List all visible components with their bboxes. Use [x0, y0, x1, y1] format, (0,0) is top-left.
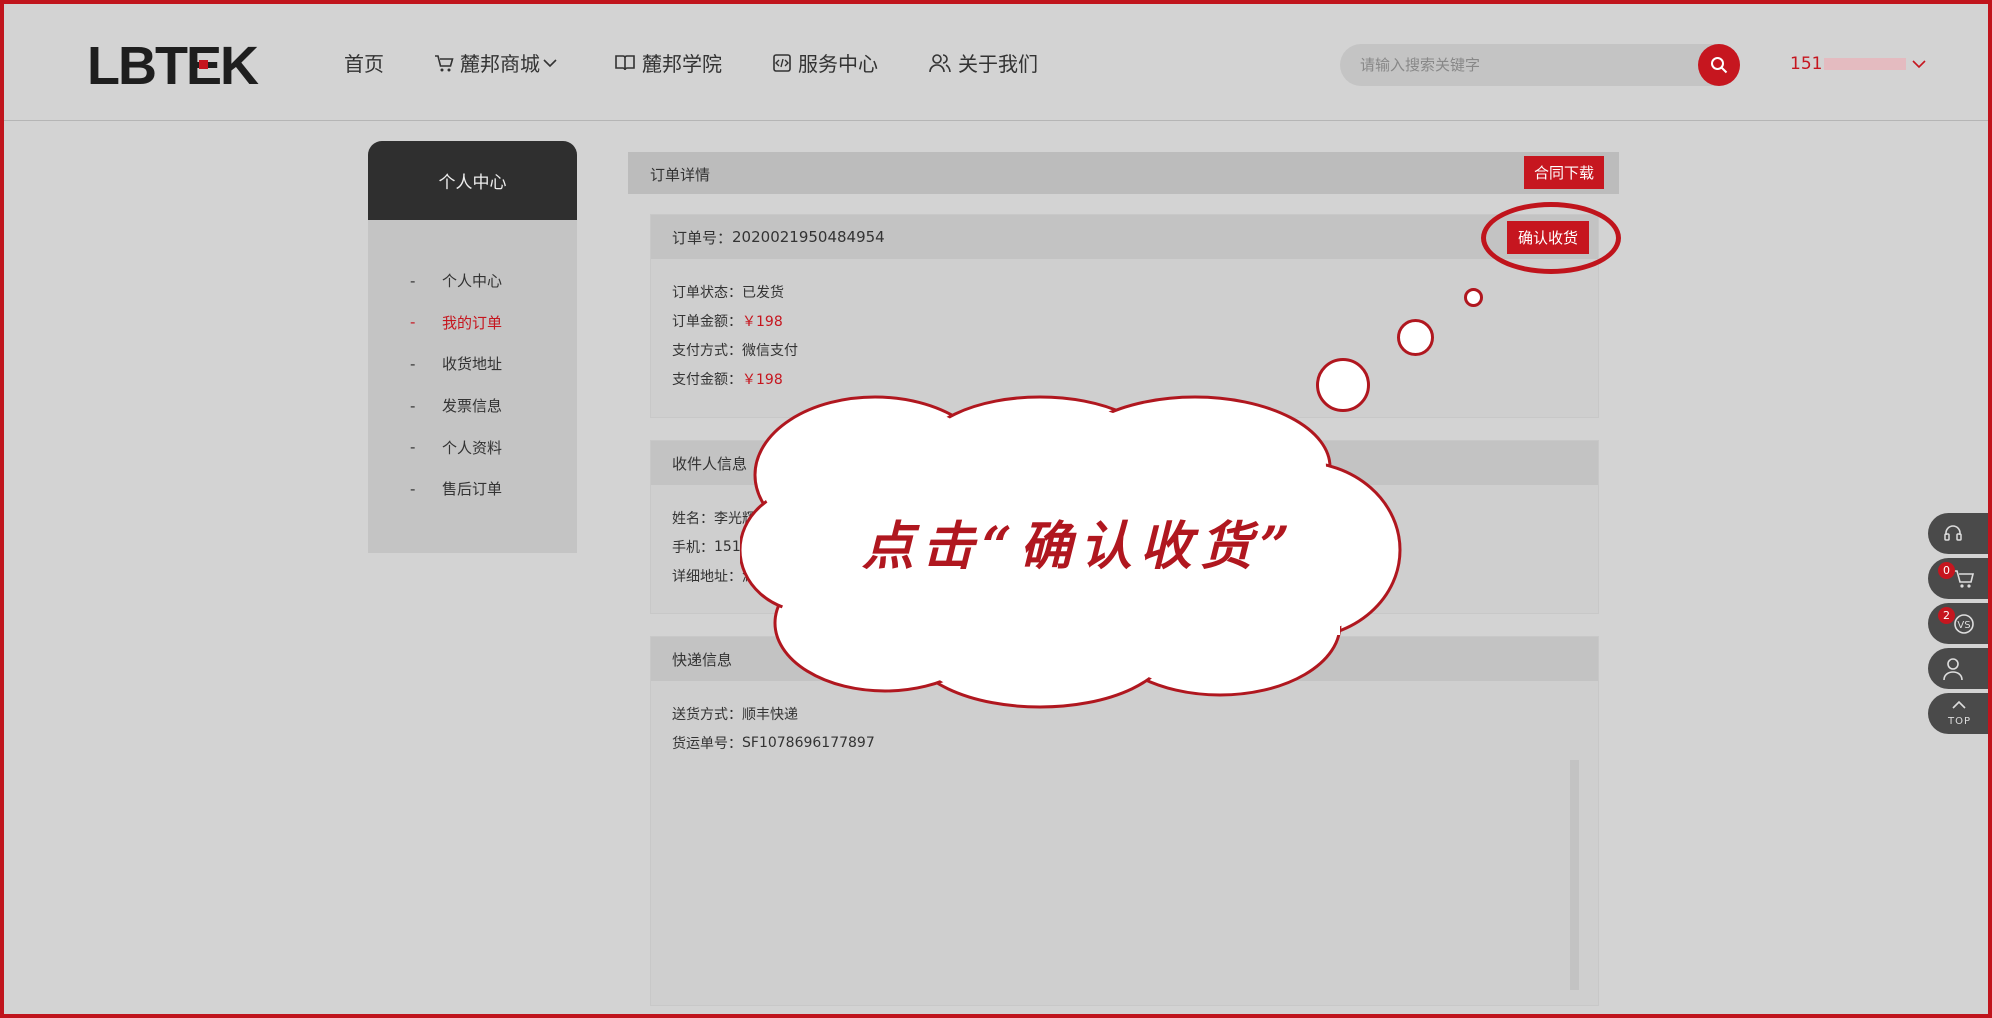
sidebar-dash: - — [410, 438, 416, 457]
sidebar-item-profile[interactable]: - 个人资料 — [368, 426, 577, 468]
top-label: TOP — [1948, 716, 1972, 727]
sidebar-list: - 个人中心 - 我的订单 - 收货地址 - 发票信息 - 个人资料 - 售后订… — [368, 220, 577, 510]
order-info-panel: 订单号： 2020021950484954 确认收货 订单状态： 已发货 订单金… — [650, 214, 1599, 418]
search-icon — [1711, 57, 1728, 74]
order-amount-label: 订单金额： — [672, 313, 742, 330]
order-no-label: 订单号： — [672, 228, 733, 247]
tracking-label: 货运单号： — [672, 735, 742, 752]
main-nav: 首页 麓邦商城 麓邦学院 服务中心 关于我们 — [344, 4, 1088, 121]
chevron-up-icon — [1952, 700, 1966, 709]
sidebar-dash: - — [410, 396, 416, 415]
sidebar-title: 个人中心 — [368, 141, 577, 220]
order-detail-bar: 订单详情 合同下载 — [628, 152, 1619, 194]
user-menu[interactable]: 151 — [1790, 54, 1927, 74]
order-amount-value: ￥198 — [742, 313, 783, 330]
cart-float-button[interactable]: 0 — [1928, 558, 1992, 599]
sidebar-item-label: 售后订单 — [442, 480, 503, 499]
thought-bubble-medium — [1397, 319, 1434, 356]
order-status-label: 订单状态： — [672, 284, 742, 301]
sidebar-item-label: 个人资料 — [442, 438, 503, 457]
nav-about-label: 关于我们 — [958, 52, 1038, 76]
user-phone-prefix: 151 — [1790, 54, 1823, 74]
lbtek-logo[interactable]: LBTEK — [87, 38, 277, 92]
user-icon — [1943, 657, 1963, 680]
sidebar-item-label: 我的订单 — [442, 313, 503, 332]
back-to-top-button[interactable]: TOP — [1928, 693, 1992, 734]
callout-text: 点击“确认收货” — [862, 516, 1298, 577]
nav-shop-label: 麓邦商城 — [460, 52, 540, 76]
nav-academy[interactable]: 麓邦学院 — [614, 48, 722, 77]
order-no-value: 2020021950484954 — [732, 228, 885, 246]
sidebar-item-label: 个人中心 — [442, 272, 503, 291]
order-detail-title: 订单详情 — [650, 166, 711, 184]
nav-service[interactable]: 服务中心 — [772, 48, 878, 77]
redacted-phone — [1824, 58, 1907, 70]
pay-amount-row: 支付金额： ￥198 — [672, 364, 1577, 393]
order-amount-row: 订单金额： ￥198 — [672, 306, 1577, 335]
search-button[interactable] — [1698, 44, 1740, 86]
user-float-button[interactable] — [1928, 648, 1992, 689]
tracking-row: 货运单号： SF1078696177897 — [672, 728, 1577, 757]
order-status-value: 已发货 — [742, 284, 784, 301]
compare-count-badge: 2 — [1938, 607, 1955, 624]
search-box — [1340, 44, 1740, 86]
sidebar-item-addresses[interactable]: - 收货地址 — [368, 343, 577, 385]
sidebar-dash: - — [410, 271, 416, 290]
nav-shop[interactable]: 麓邦商城 — [434, 48, 564, 77]
svg-text:VS: VS — [1957, 620, 1970, 631]
contract-download-button[interactable]: 合同下载 — [1524, 156, 1604, 189]
sidebar-dash: - — [410, 479, 416, 498]
pay-amount-value: ￥198 — [742, 371, 783, 388]
compare-float-button[interactable]: 2 VS — [1928, 603, 1992, 644]
chevron-down-icon — [543, 58, 557, 67]
sidebar-item-label: 发票信息 — [442, 397, 503, 416]
sidebar-dash: - — [410, 354, 416, 373]
sidebar-dash: - — [410, 313, 416, 332]
tracking-value: SF1078696177897 — [742, 734, 875, 751]
customer-service-button[interactable] — [1928, 513, 1992, 554]
sidebar-item-after-sales[interactable]: - 售后订单 — [368, 468, 577, 510]
order-status-row: 订单状态： 已发货 — [672, 277, 1577, 306]
pay-amount-label: 支付金额： — [672, 371, 742, 388]
highlight-ring — [1481, 202, 1621, 274]
svg-text:LBTEK: LBTEK — [87, 38, 259, 92]
order-info-body: 订单状态： 已发货 订单金额： ￥198 支付方式： 微信支付 支付金额： ￥1… — [651, 259, 1598, 415]
book-icon — [615, 54, 635, 70]
search-input[interactable] — [1360, 44, 1680, 86]
nav-academy-label: 麓邦学院 — [642, 52, 722, 76]
nav-service-label: 服务中心 — [798, 52, 878, 76]
sidebar-item-invoice[interactable]: - 发票信息 — [368, 385, 577, 427]
sidebar-item-personal-center[interactable]: - 个人中心 — [368, 260, 577, 302]
sidebar: 个人中心 - 个人中心 - 我的订单 - 收货地址 - 发票信息 - 个人资料 … — [368, 141, 577, 553]
nav-about[interactable]: 关于我们 — [928, 48, 1038, 77]
order-no-row: 订单号： 2020021950484954 — [651, 215, 1598, 259]
pay-method-value: 微信支付 — [742, 342, 798, 359]
pay-method-label: 支付方式： — [672, 342, 742, 359]
sidebar-item-label: 收货地址 — [442, 355, 503, 374]
cart-icon — [1953, 569, 1975, 588]
shipping-method-label: 送货方式： — [672, 706, 742, 723]
tracking-scrollbar[interactable] — [1570, 760, 1579, 990]
cart-count-badge: 0 — [1938, 562, 1955, 579]
compare-icon: VS — [1954, 613, 1974, 634]
code-icon — [773, 53, 791, 72]
nav-home-label: 首页 — [344, 52, 384, 76]
nav-home[interactable]: 首页 — [344, 48, 384, 77]
chevron-down-icon — [1912, 60, 1927, 69]
cart-icon — [435, 54, 454, 71]
users-icon — [929, 53, 951, 72]
sidebar-item-my-orders[interactable]: - 我的订单 — [368, 302, 577, 344]
receiver-name-label: 姓名： — [672, 510, 714, 527]
site-header: LBTEK 首页 麓邦商城 麓邦学院 服务中心 关于我们 151 — [4, 4, 1988, 121]
receiver-phone-label: 手机： — [672, 539, 714, 556]
pay-method-row: 支付方式： 微信支付 — [672, 335, 1577, 364]
headset-icon — [1944, 524, 1962, 541]
floating-toolbar: 0 2 VS TOP — [1928, 513, 1992, 738]
thought-bubble-small — [1464, 288, 1483, 307]
receiver-address-label: 详细地址： — [672, 568, 742, 585]
